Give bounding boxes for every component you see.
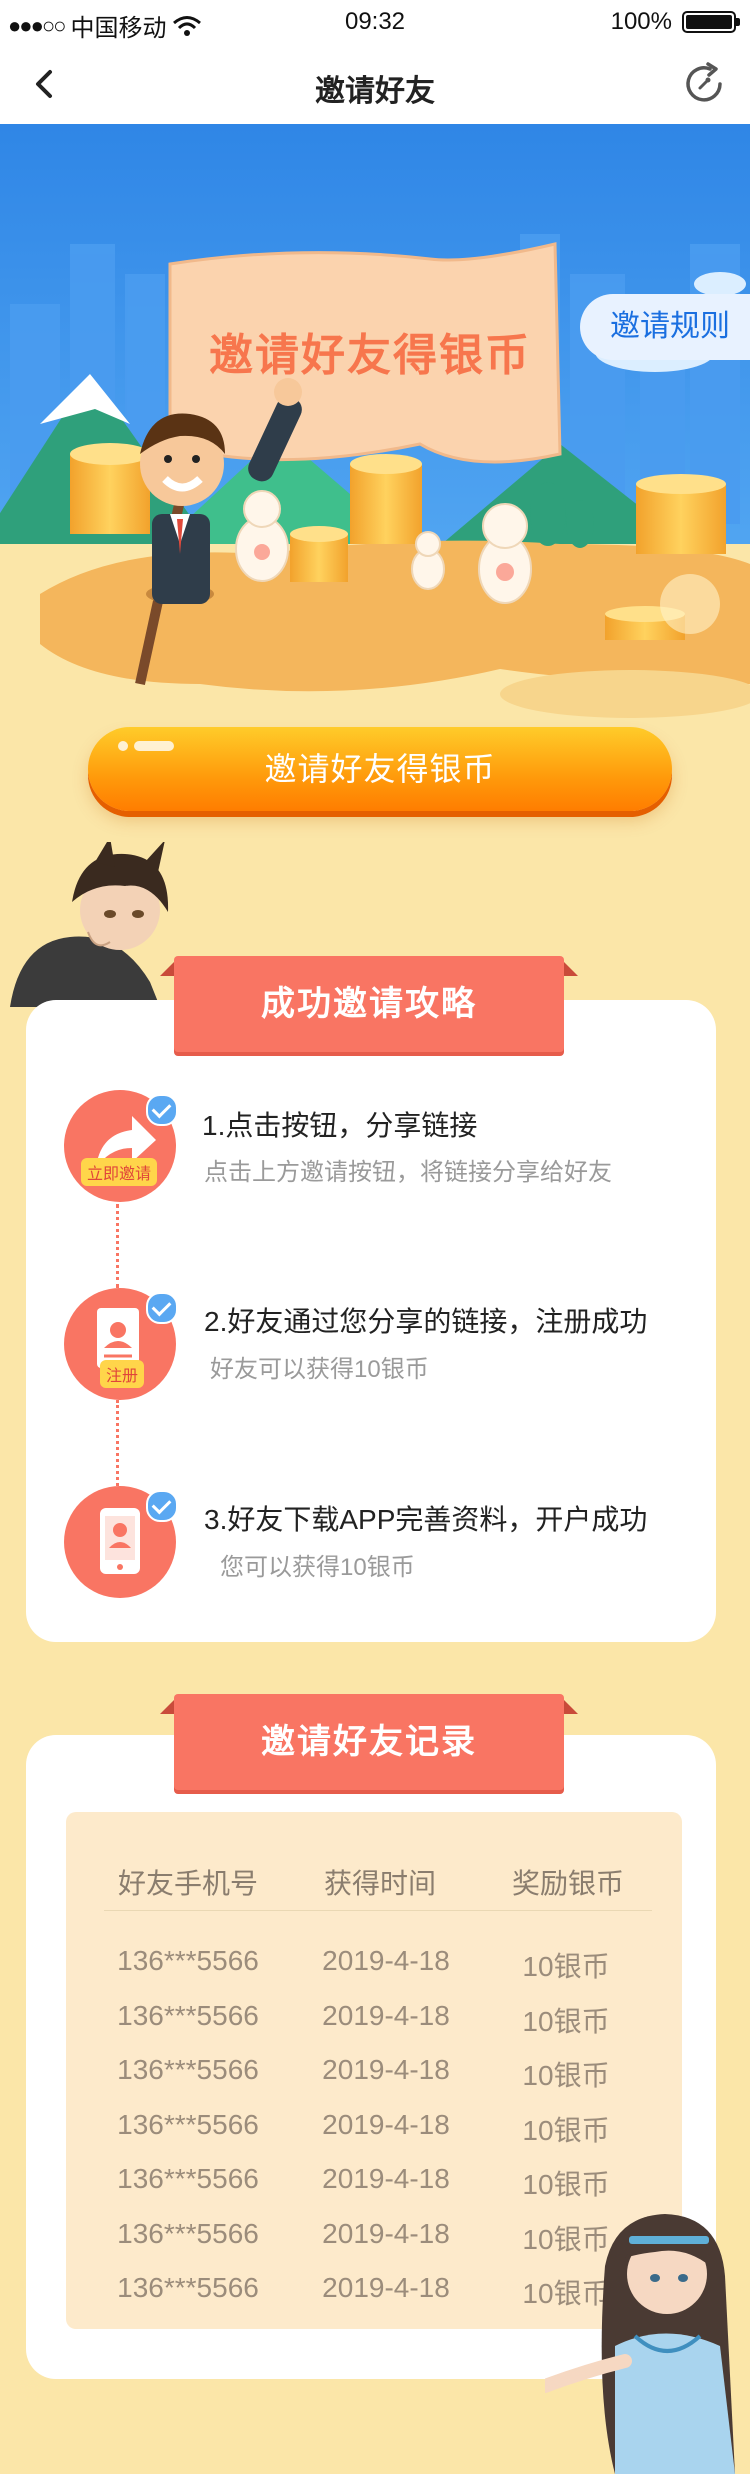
battery-percent: 100% <box>610 8 672 35</box>
step-3-title: 3.好友下载APP完善资料，开户成功 <box>204 1504 648 1535</box>
step-2-title: 2.好友通过您分享的链接，注册成功 <box>204 1306 648 1337</box>
cell-phone: 136***5566 <box>117 2000 259 2031</box>
cell-phone: 136***5566 <box>117 2109 259 2140</box>
cell-phone: 136***5566 <box>117 2218 259 2249</box>
table-divider <box>104 1910 652 1911</box>
invite-friends-button[interactable]: 邀请好友得银币 <box>88 727 672 811</box>
anime-girl-illustration <box>545 2214 735 2474</box>
invite-now-tag: 立即邀请 <box>81 1158 158 1186</box>
check-icon <box>146 1292 178 1324</box>
banner-illustration: 邀请好友得银币 邀请规则 <box>0 124 750 724</box>
cell-phone: 136***5566 <box>117 2272 259 2303</box>
battery-group: 100% <box>610 8 740 36</box>
check-icon <box>146 1094 178 1126</box>
cell-reward: 10银币 <box>522 2060 610 2091</box>
column-header-phone: 好友手机号 <box>117 1868 258 1899</box>
check-icon <box>146 1490 178 1522</box>
strategy-title: 成功邀请攻略 <box>261 985 477 1023</box>
page-title: 邀请好友 <box>315 75 435 108</box>
column-header-reward: 奖励银币 <box>511 1868 624 1899</box>
banner-art <box>0 124 750 724</box>
records-ribbon: 邀请好友记录 <box>160 1694 578 1790</box>
register-tag: 注册 <box>100 1360 145 1388</box>
anime-boy-illustration <box>10 842 169 1007</box>
battery-icon <box>682 11 740 33</box>
status-bar: ●●●○○ 中国移动 09:32 100% <box>0 0 750 44</box>
button-shine <box>134 741 174 751</box>
button-shine <box>118 741 128 751</box>
cell-reward: 10银币 <box>522 2115 610 2146</box>
step-3-desc: 您可以获得10银币 <box>220 1554 415 1581</box>
column-header-time: 获得时间 <box>323 1868 436 1899</box>
banner-flag-text: 邀请好友得银币 <box>209 331 531 380</box>
cell-reward: 10银币 <box>522 2006 610 2037</box>
strategy-ribbon: 成功邀请攻略 <box>160 956 578 1052</box>
step-connector <box>116 1204 119 1288</box>
refresh-icon[interactable] <box>680 60 728 108</box>
step-connector <box>116 1400 119 1486</box>
cell-reward: 10银币 <box>522 1951 610 1982</box>
step-2-desc: 好友可以获得10银币 <box>210 1356 429 1383</box>
step-1-desc: 点击上方邀请按钮，将链接分享给好友 <box>204 1159 612 1186</box>
records-title: 邀请好友记录 <box>261 1723 477 1761</box>
cell-phone: 136***5566 <box>117 1945 259 1976</box>
invite-button-label: 邀请好友得银币 <box>264 751 496 787</box>
nav-bar: 邀请好友 <box>0 44 750 124</box>
cell-phone: 136***5566 <box>117 2163 259 2194</box>
step-1-title: 1.点击按钮，分享链接 <box>202 1110 478 1141</box>
cell-phone: 136***5566 <box>117 2054 259 2085</box>
invite-rules-button[interactable]: 邀请规则 <box>580 294 750 360</box>
